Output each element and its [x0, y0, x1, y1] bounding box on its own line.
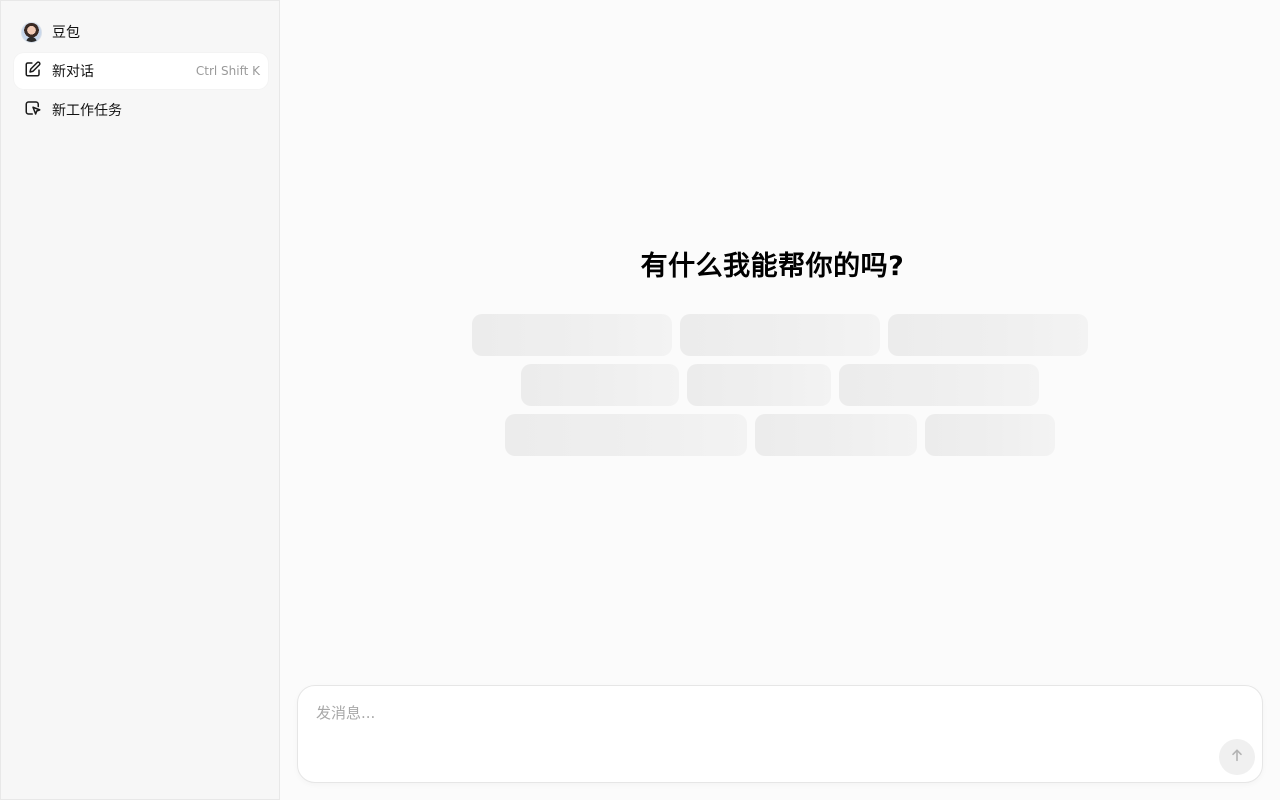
arrow-up-icon	[1229, 747, 1245, 767]
keyboard-shortcut: Ctrl Shift K	[195, 64, 260, 78]
suggestion-placeholder	[888, 314, 1088, 356]
edit-icon	[24, 60, 42, 82]
suggestion-placeholder	[925, 414, 1055, 456]
suggestion-placeholder	[839, 364, 1039, 406]
suggestion-placeholder	[680, 314, 880, 356]
sidebar-item-label: 新对话	[52, 64, 94, 80]
brand[interactable]: 豆包	[21, 21, 80, 43]
sidebar-item-new-task[interactable]: 新工作任务	[14, 92, 268, 128]
message-composer	[297, 685, 1263, 783]
suggestion-placeholder	[521, 364, 679, 406]
sidebar: 豆包 新对话 Ctrl Shift K 新工作任务	[0, 0, 280, 800]
brand-name: 豆包	[52, 25, 80, 41]
avatar	[21, 21, 42, 43]
page-title: 有什么我能帮你的吗?	[640, 251, 905, 282]
send-button[interactable]	[1219, 739, 1255, 775]
sidebar-item-label: 新工作任务	[52, 103, 122, 119]
message-input[interactable]	[316, 702, 1196, 732]
suggestion-placeholder	[755, 414, 917, 456]
suggestion-placeholder	[505, 414, 747, 456]
sidebar-item-new-chat[interactable]: 新对话 Ctrl Shift K	[14, 53, 268, 89]
suggestion-placeholder	[472, 314, 672, 356]
task-pointer-icon	[24, 99, 42, 121]
suggestion-placeholder	[687, 364, 831, 406]
